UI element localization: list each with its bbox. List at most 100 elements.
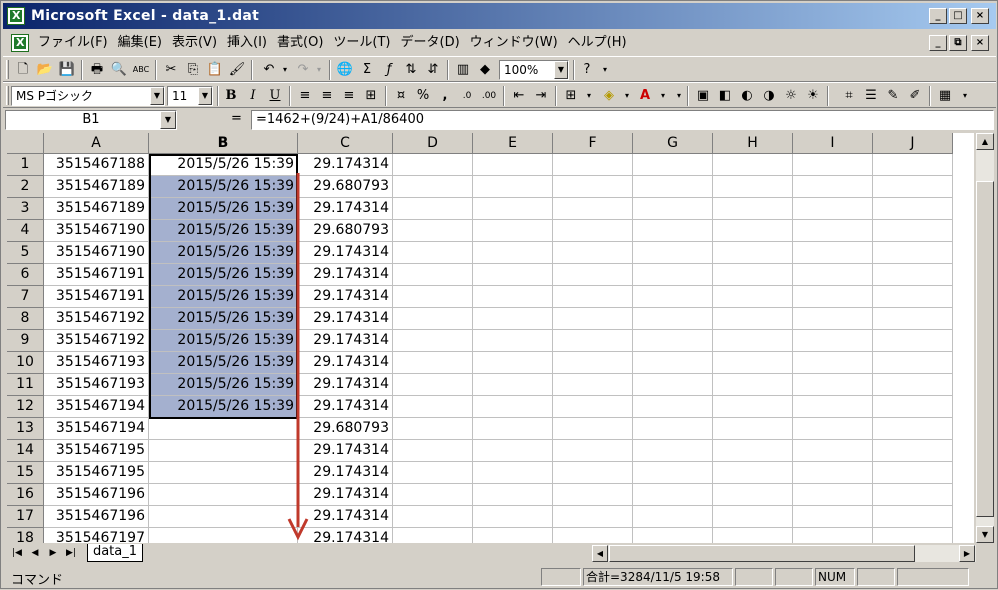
excel-app-icon[interactable] xyxy=(7,7,25,25)
align-right-icon[interactable]: ≡ xyxy=(339,86,359,106)
empty-cell[interactable] xyxy=(473,198,553,220)
row-header[interactable]: 11 xyxy=(7,374,44,396)
empty-cell[interactable] xyxy=(873,484,953,506)
print-preview-icon[interactable]: 🔍 xyxy=(109,60,129,80)
decrease-indent-icon[interactable]: ⇤ xyxy=(509,86,529,106)
row-header[interactable]: 8 xyxy=(7,308,44,330)
cell-a[interactable]: 3515467191 xyxy=(44,286,149,308)
empty-cell[interactable] xyxy=(633,440,713,462)
cell-b[interactable] xyxy=(149,440,298,462)
column-header-h[interactable]: H xyxy=(713,133,793,154)
fill-color-icon[interactable]: ◈ xyxy=(599,86,619,106)
currency-icon[interactable]: ¤ xyxy=(391,86,411,106)
chevron-down-icon[interactable]: ▼ xyxy=(554,61,568,79)
empty-cell[interactable] xyxy=(553,484,633,506)
decrease-decimal-icon[interactable]: .00 xyxy=(479,86,499,106)
cell-b[interactable]: 2015/5/26 15:39 xyxy=(149,264,298,286)
cell-a[interactable]: 3515467191 xyxy=(44,264,149,286)
reset-picture-icon[interactable]: ▦ xyxy=(935,86,955,106)
empty-cell[interactable] xyxy=(473,242,553,264)
align-center-icon[interactable]: ≡ xyxy=(317,86,337,106)
cell-b[interactable] xyxy=(149,418,298,440)
hyperlink-icon[interactable]: 🌐 xyxy=(335,60,355,80)
empty-cell[interactable] xyxy=(553,462,633,484)
row-header[interactable]: 2 xyxy=(7,176,44,198)
empty-cell[interactable] xyxy=(873,198,953,220)
empty-cell[interactable] xyxy=(393,396,473,418)
next-sheet-icon[interactable]: ▶ xyxy=(45,545,61,561)
empty-cell[interactable] xyxy=(793,418,873,440)
cell-b[interactable]: 2015/5/26 15:39 xyxy=(149,154,298,176)
empty-cell[interactable] xyxy=(713,198,793,220)
last-sheet-icon[interactable]: ▶| xyxy=(63,545,79,561)
empty-cell[interactable] xyxy=(793,506,873,528)
row-header[interactable]: 9 xyxy=(7,330,44,352)
column-header-c[interactable]: C xyxy=(298,133,393,154)
empty-cell[interactable] xyxy=(393,528,473,543)
sort-descending-icon[interactable]: ⇵ xyxy=(423,60,443,80)
help-icon[interactable]: ? xyxy=(577,60,597,80)
empty-cell[interactable] xyxy=(553,418,633,440)
zoom-combo[interactable]: 100% ▼ xyxy=(499,60,569,80)
empty-cell[interactable] xyxy=(473,330,553,352)
empty-cell[interactable] xyxy=(793,308,873,330)
empty-cell[interactable] xyxy=(473,396,553,418)
cell-a[interactable]: 3515467193 xyxy=(44,352,149,374)
empty-cell[interactable] xyxy=(393,286,473,308)
empty-cell[interactable] xyxy=(793,198,873,220)
empty-cell[interactable] xyxy=(393,352,473,374)
empty-cell[interactable] xyxy=(553,176,633,198)
toolbar-grip[interactable] xyxy=(6,86,9,105)
empty-cell[interactable] xyxy=(633,506,713,528)
menu-view[interactable]: 表示(V) xyxy=(167,35,222,51)
percent-icon[interactable]: % xyxy=(413,86,433,106)
scroll-down-icon[interactable]: ▼ xyxy=(976,526,994,543)
new-icon[interactable]: 🗋 xyxy=(13,60,33,80)
empty-cell[interactable] xyxy=(793,242,873,264)
empty-cell[interactable] xyxy=(793,154,873,176)
empty-cell[interactable] xyxy=(473,264,553,286)
redo-dropdown-icon[interactable]: ▾ xyxy=(309,60,329,80)
undo-dropdown-icon[interactable]: ▾ xyxy=(275,60,295,80)
empty-cell[interactable] xyxy=(713,154,793,176)
cell-a[interactable]: 3515467188 xyxy=(44,154,149,176)
empty-cell[interactable] xyxy=(393,308,473,330)
cell-c[interactable]: 29.174314 xyxy=(298,440,393,462)
italic-icon[interactable]: I xyxy=(243,86,263,106)
cell-b[interactable]: 2015/5/26 15:39 xyxy=(149,330,298,352)
menu-tools[interactable]: ツール(T) xyxy=(328,35,395,51)
cell-a[interactable]: 3515467190 xyxy=(44,220,149,242)
empty-cell[interactable] xyxy=(873,352,953,374)
empty-cell[interactable] xyxy=(553,396,633,418)
toolbar-grip[interactable] xyxy=(6,60,9,79)
drawing-icon[interactable]: ◆ xyxy=(475,60,495,80)
empty-cell[interactable] xyxy=(553,440,633,462)
increase-indent-icon[interactable]: ⇥ xyxy=(531,86,551,106)
empty-cell[interactable] xyxy=(553,154,633,176)
crop-icon[interactable]: ⌗ xyxy=(839,86,859,106)
row-header[interactable]: 14 xyxy=(7,440,44,462)
chevron-down-icon[interactable]: ▼ xyxy=(198,87,212,105)
empty-cell[interactable] xyxy=(873,440,953,462)
empty-cell[interactable] xyxy=(393,198,473,220)
cell-c[interactable]: 29.174314 xyxy=(298,506,393,528)
empty-cell[interactable] xyxy=(873,286,953,308)
select-all-corner[interactable] xyxy=(7,133,44,154)
row-header[interactable]: 3 xyxy=(7,198,44,220)
formula-equals[interactable]: = xyxy=(231,111,242,126)
paste-icon[interactable]: 📋 xyxy=(205,60,225,80)
chart-wizard-icon[interactable]: ▥ xyxy=(453,60,473,80)
empty-cell[interactable] xyxy=(393,506,473,528)
cell-c[interactable]: 29.174314 xyxy=(298,484,393,506)
empty-cell[interactable] xyxy=(473,462,553,484)
contrast-icon[interactable]: ◐ xyxy=(737,86,757,106)
open-icon[interactable]: 📂 xyxy=(35,60,55,80)
empty-cell[interactable] xyxy=(873,462,953,484)
increase-decimal-icon[interactable]: .0 xyxy=(457,86,477,106)
cell-b[interactable] xyxy=(149,506,298,528)
empty-cell[interactable] xyxy=(473,528,553,543)
toolbar-options-icon[interactable]: ▾ xyxy=(595,60,615,80)
empty-cell[interactable] xyxy=(713,286,793,308)
empty-cell[interactable] xyxy=(633,242,713,264)
row-header[interactable]: 13 xyxy=(7,418,44,440)
